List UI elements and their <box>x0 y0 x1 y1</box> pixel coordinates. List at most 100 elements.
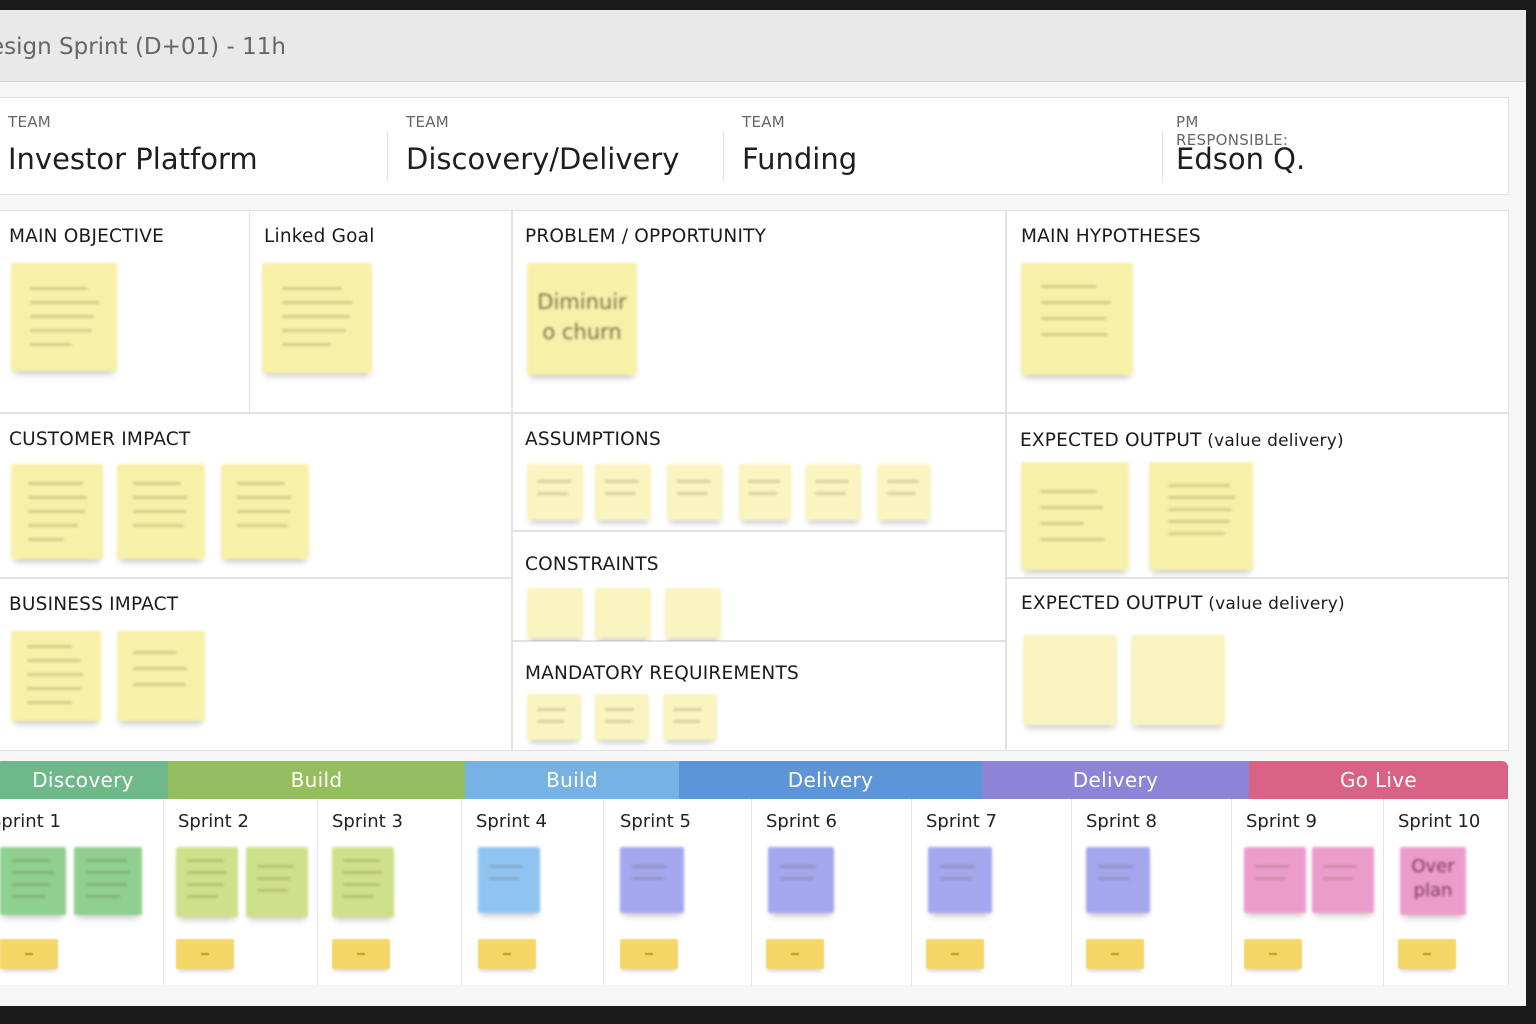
sticky-note[interactable] <box>1244 847 1306 913</box>
divider <box>723 132 724 182</box>
sticky-note[interactable] <box>527 464 583 520</box>
team-name[interactable]: Discovery/Delivery <box>406 142 679 176</box>
sprint-tag[interactable] <box>766 939 824 969</box>
team-name[interactable]: Investor Platform <box>8 142 258 176</box>
sticky-note[interactable] <box>0 847 66 915</box>
sticky-note[interactable]: Over plan <box>1400 847 1466 915</box>
sticky-note[interactable] <box>768 847 834 913</box>
phase-label: Delivery <box>787 768 874 792</box>
sprint-name: Sprint 2 <box>178 811 249 832</box>
phase-label: Delivery <box>1072 768 1159 792</box>
sprint-column: Sprint 4 <box>462 799 604 985</box>
sticky-note[interactable] <box>665 588 721 638</box>
sticky-note[interactable] <box>527 694 581 740</box>
phase-discovery[interactable]: Discovery <box>0 761 168 799</box>
sprint-name: Sprint 6 <box>766 811 837 832</box>
sprint-tag[interactable] <box>620 939 678 969</box>
sprint-tag[interactable] <box>1398 939 1456 969</box>
section-title: Linked Goal <box>264 226 375 247</box>
sticky-note[interactable] <box>176 847 238 917</box>
sticky-note[interactable] <box>117 464 205 559</box>
sticky-note[interactable] <box>877 464 931 520</box>
sprint-column: Sprint 3 <box>318 799 462 985</box>
section-title-sub: (value delivery) <box>1201 431 1344 451</box>
sprint-column: Sprint 1 <box>0 799 164 985</box>
sticky-note[interactable] <box>117 631 205 721</box>
sticky-note[interactable] <box>1131 635 1225 725</box>
sprint-tag[interactable] <box>176 939 234 969</box>
sticky-note[interactable] <box>739 464 791 520</box>
phase-label: Build <box>546 768 598 792</box>
section-title: CUSTOMER IMPACT <box>9 429 191 450</box>
sticky-note[interactable] <box>262 263 372 373</box>
main-hypotheses-panel: MAIN HYPOTHESES <box>1006 210 1509 413</box>
sprint-tag[interactable] <box>926 939 984 969</box>
sticky-note[interactable] <box>11 464 103 559</box>
sticky-note[interactable] <box>1023 635 1117 725</box>
sticky-note[interactable] <box>663 694 717 740</box>
sticky-note[interactable] <box>595 588 651 638</box>
sprint-column: Sprint 5 <box>604 799 752 985</box>
sticky-note[interactable] <box>221 464 309 559</box>
sprint-tag[interactable] <box>1244 939 1302 969</box>
sprint-tag[interactable] <box>0 939 58 969</box>
sticky-note[interactable] <box>595 694 649 740</box>
sticky-note[interactable] <box>1149 462 1253 570</box>
team-label: TEAM <box>406 113 450 131</box>
sticky-note[interactable] <box>1021 462 1129 570</box>
phase-go-live[interactable]: Go Live <box>1249 761 1508 799</box>
team-header-panel: TEAM Investor Platform TEAM Discovery/De… <box>0 97 1509 195</box>
sprint-column: Sprint 6 <box>752 799 912 985</box>
sprint-tag[interactable] <box>1086 939 1144 969</box>
sprint-name: Sprint 8 <box>1086 811 1157 832</box>
section-title: EXPECTED OUTPUT (value delivery) <box>1020 430 1344 451</box>
sprint-column: Sprint 2 <box>164 799 318 985</box>
customer-impact-panel: CUSTOMER IMPACT <box>0 413 512 578</box>
team-name[interactable]: Funding <box>742 142 857 176</box>
sticky-note[interactable] <box>928 847 992 913</box>
sticky-note[interactable] <box>11 263 117 371</box>
sprint-column: Sprint 9 <box>1232 799 1384 985</box>
phase-delivery[interactable]: Delivery <box>982 761 1249 799</box>
title-bar: esign Sprint (D+01) - 11h <box>0 10 1526 82</box>
problem-opportunity-panel: PROBLEM / OPPORTUNITY Diminuir o churn <box>512 210 1006 413</box>
sticky-note[interactable] <box>527 588 583 638</box>
sticky-text: Diminuir o churn <box>537 290 627 344</box>
sticky-note[interactable] <box>478 847 540 913</box>
sticky-note[interactable] <box>805 464 861 520</box>
sticky-note[interactable]: Diminuir o churn <box>527 263 637 375</box>
sticky-note[interactable] <box>1312 847 1374 913</box>
section-title-main: EXPECTED OUTPUT <box>1021 593 1203 614</box>
section-title: MAIN HYPOTHESES <box>1021 226 1201 247</box>
sprint-column: Sprint 7 <box>912 799 1072 985</box>
sprint-name: Sprint 10 <box>1398 811 1481 832</box>
mandatory-requirements-panel: MANDATORY REQUIREMENTS <box>512 641 1006 751</box>
sticky-note[interactable] <box>595 464 651 520</box>
section-title: PROBLEM / OPPORTUNITY <box>525 226 767 247</box>
divider <box>387 132 388 182</box>
section-title: ASSUMPTIONS <box>525 429 661 450</box>
section-title: EXPECTED OUTPUT (value delivery) <box>1021 593 1345 614</box>
sticky-note[interactable] <box>1021 263 1133 375</box>
section-title-sub: (value delivery) <box>1202 594 1345 614</box>
phase-delivery[interactable]: Delivery <box>679 761 982 799</box>
sticky-note[interactable] <box>332 847 394 917</box>
pm-name[interactable]: Edson Q. <box>1176 142 1305 176</box>
sprint-tag[interactable] <box>478 939 536 969</box>
sticky-note[interactable] <box>620 847 684 913</box>
section-title: CONSTRAINTS <box>525 554 659 575</box>
sticky-note[interactable] <box>74 847 142 915</box>
main-objective-panel: MAIN OBJECTIVE <box>0 210 250 413</box>
section-title: MANDATORY REQUIREMENTS <box>525 663 799 684</box>
phase-build[interactable]: Build <box>465 761 679 799</box>
sprint-column: Sprint 8 <box>1072 799 1232 985</box>
section-title: BUSINESS IMPACT <box>9 594 179 615</box>
assumptions-panel: ASSUMPTIONS <box>512 413 1006 531</box>
sticky-note[interactable] <box>11 631 101 721</box>
phase-build[interactable]: Build <box>168 761 465 799</box>
sprint-name: Sprint 5 <box>620 811 691 832</box>
sticky-note[interactable] <box>246 847 308 917</box>
sticky-note[interactable] <box>1086 847 1150 913</box>
sprint-tag[interactable] <box>332 939 390 969</box>
sticky-note[interactable] <box>667 464 723 520</box>
